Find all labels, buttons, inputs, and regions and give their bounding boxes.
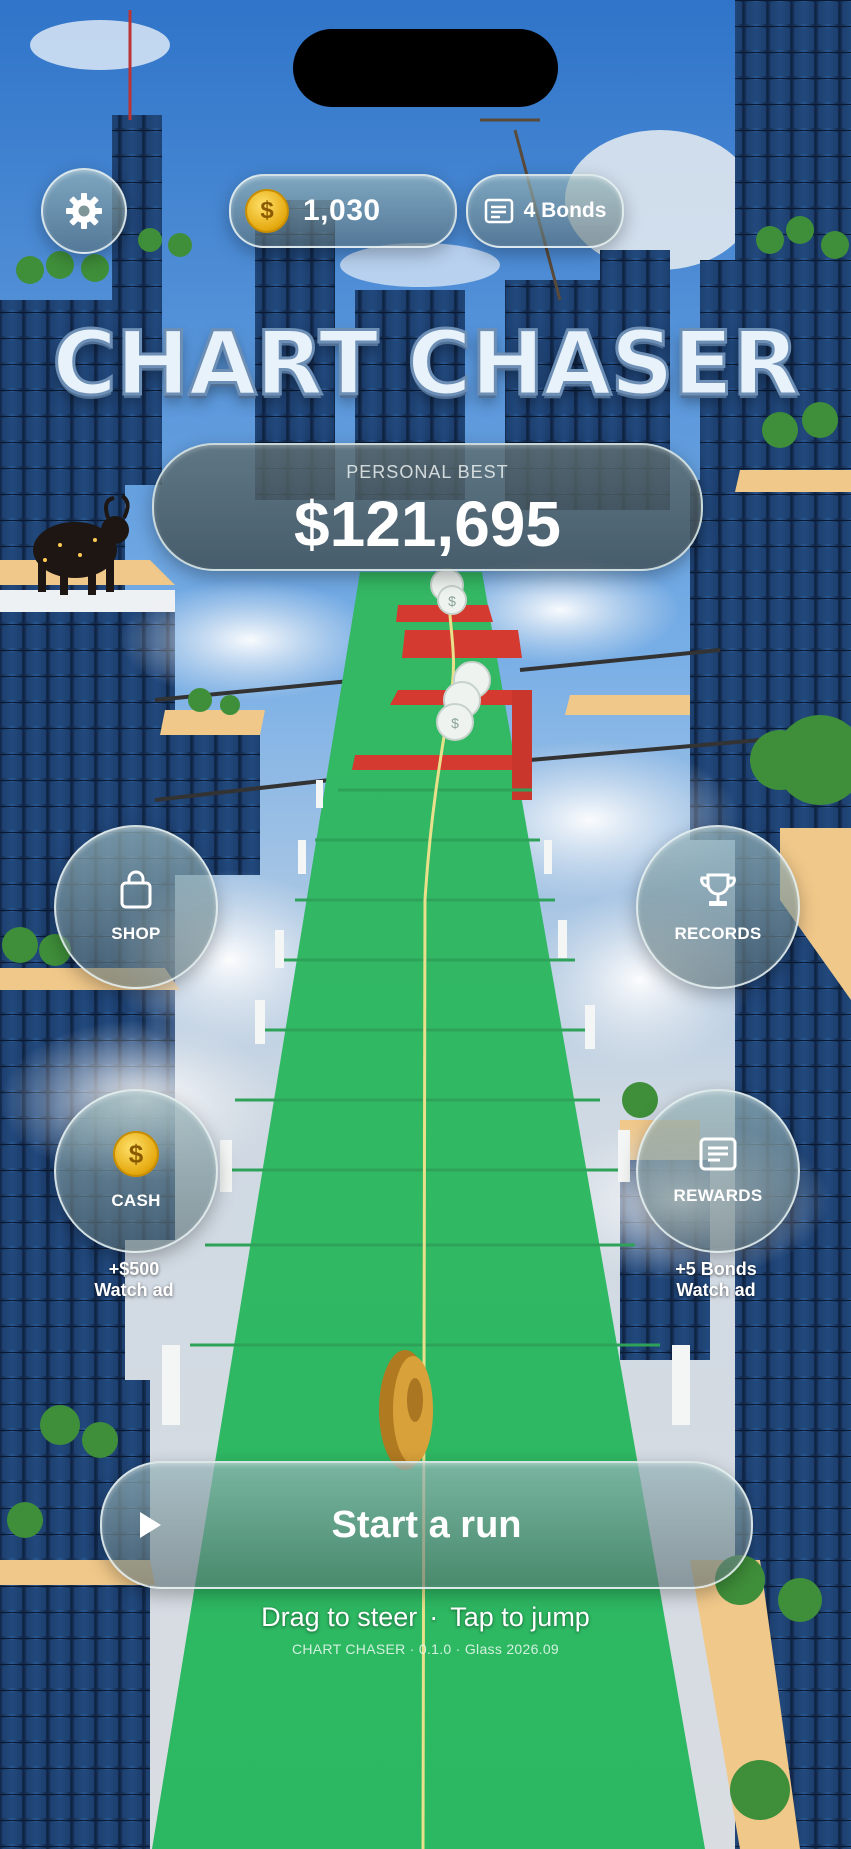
svg-text:$: $ xyxy=(448,593,456,609)
rewards-button[interactable]: REWARDS xyxy=(636,1089,800,1253)
gear-icon xyxy=(66,193,102,229)
coin-icon: $ xyxy=(113,1131,159,1177)
svg-text:$: $ xyxy=(451,715,459,731)
version-footer: CHART CHASER · 0.1.0 · Glass 2026.09 xyxy=(291,1641,560,1657)
rewards-amount: +5 Bonds xyxy=(675,1259,757,1279)
cash-label: CASH xyxy=(111,1191,161,1210)
trophy-icon xyxy=(700,873,736,906)
records-label: RECORDS xyxy=(674,924,762,943)
bond-document-icon xyxy=(699,1137,737,1171)
player-coin xyxy=(379,1350,433,1470)
cash-watch-ad: Watch ad xyxy=(94,1280,174,1300)
coin-balance: $ 1,030 xyxy=(229,174,457,248)
cash-amount: +$500 xyxy=(108,1259,160,1279)
personal-best-panel: PERSONAL BEST $121,695 xyxy=(152,443,703,571)
bonds-balance: 4 Bonds xyxy=(466,174,624,248)
game-title: CHART CHASER xyxy=(51,311,801,417)
hint-separator: · xyxy=(429,1602,439,1632)
rewards-reward-note: +5 Bonds Watch ad xyxy=(636,1259,796,1301)
start-run-label: Start a run xyxy=(331,1503,522,1546)
rewards-watch-ad: Watch ad xyxy=(676,1280,756,1300)
cash-button[interactable]: $ CASH xyxy=(54,1089,218,1253)
records-button[interactable]: RECORDS xyxy=(636,825,800,989)
shop-button[interactable]: SHOP xyxy=(54,825,218,989)
personal-best-label: PERSONAL BEST xyxy=(346,462,509,482)
shop-label: SHOP xyxy=(111,924,161,943)
steer-hint: Drag to steer xyxy=(261,1602,418,1632)
start-run-button[interactable]: Start a run xyxy=(100,1461,753,1589)
personal-best-value: $121,695 xyxy=(294,488,561,560)
bond-document-icon xyxy=(484,198,513,224)
controls-hint: Drag to steer · Tap to jump xyxy=(0,1602,851,1633)
settings-button[interactable] xyxy=(41,168,127,254)
cash-reward-note: +$500 Watch ad xyxy=(54,1259,214,1301)
shopping-bag-icon xyxy=(120,870,152,909)
rewards-label: REWARDS xyxy=(673,1186,763,1205)
coin-icon: $ xyxy=(245,189,289,233)
coin-count: 1,030 xyxy=(303,194,381,227)
camera-notch xyxy=(293,29,558,107)
bonds-count: 4 Bonds xyxy=(523,199,607,222)
jump-hint: Tap to jump xyxy=(450,1602,590,1632)
